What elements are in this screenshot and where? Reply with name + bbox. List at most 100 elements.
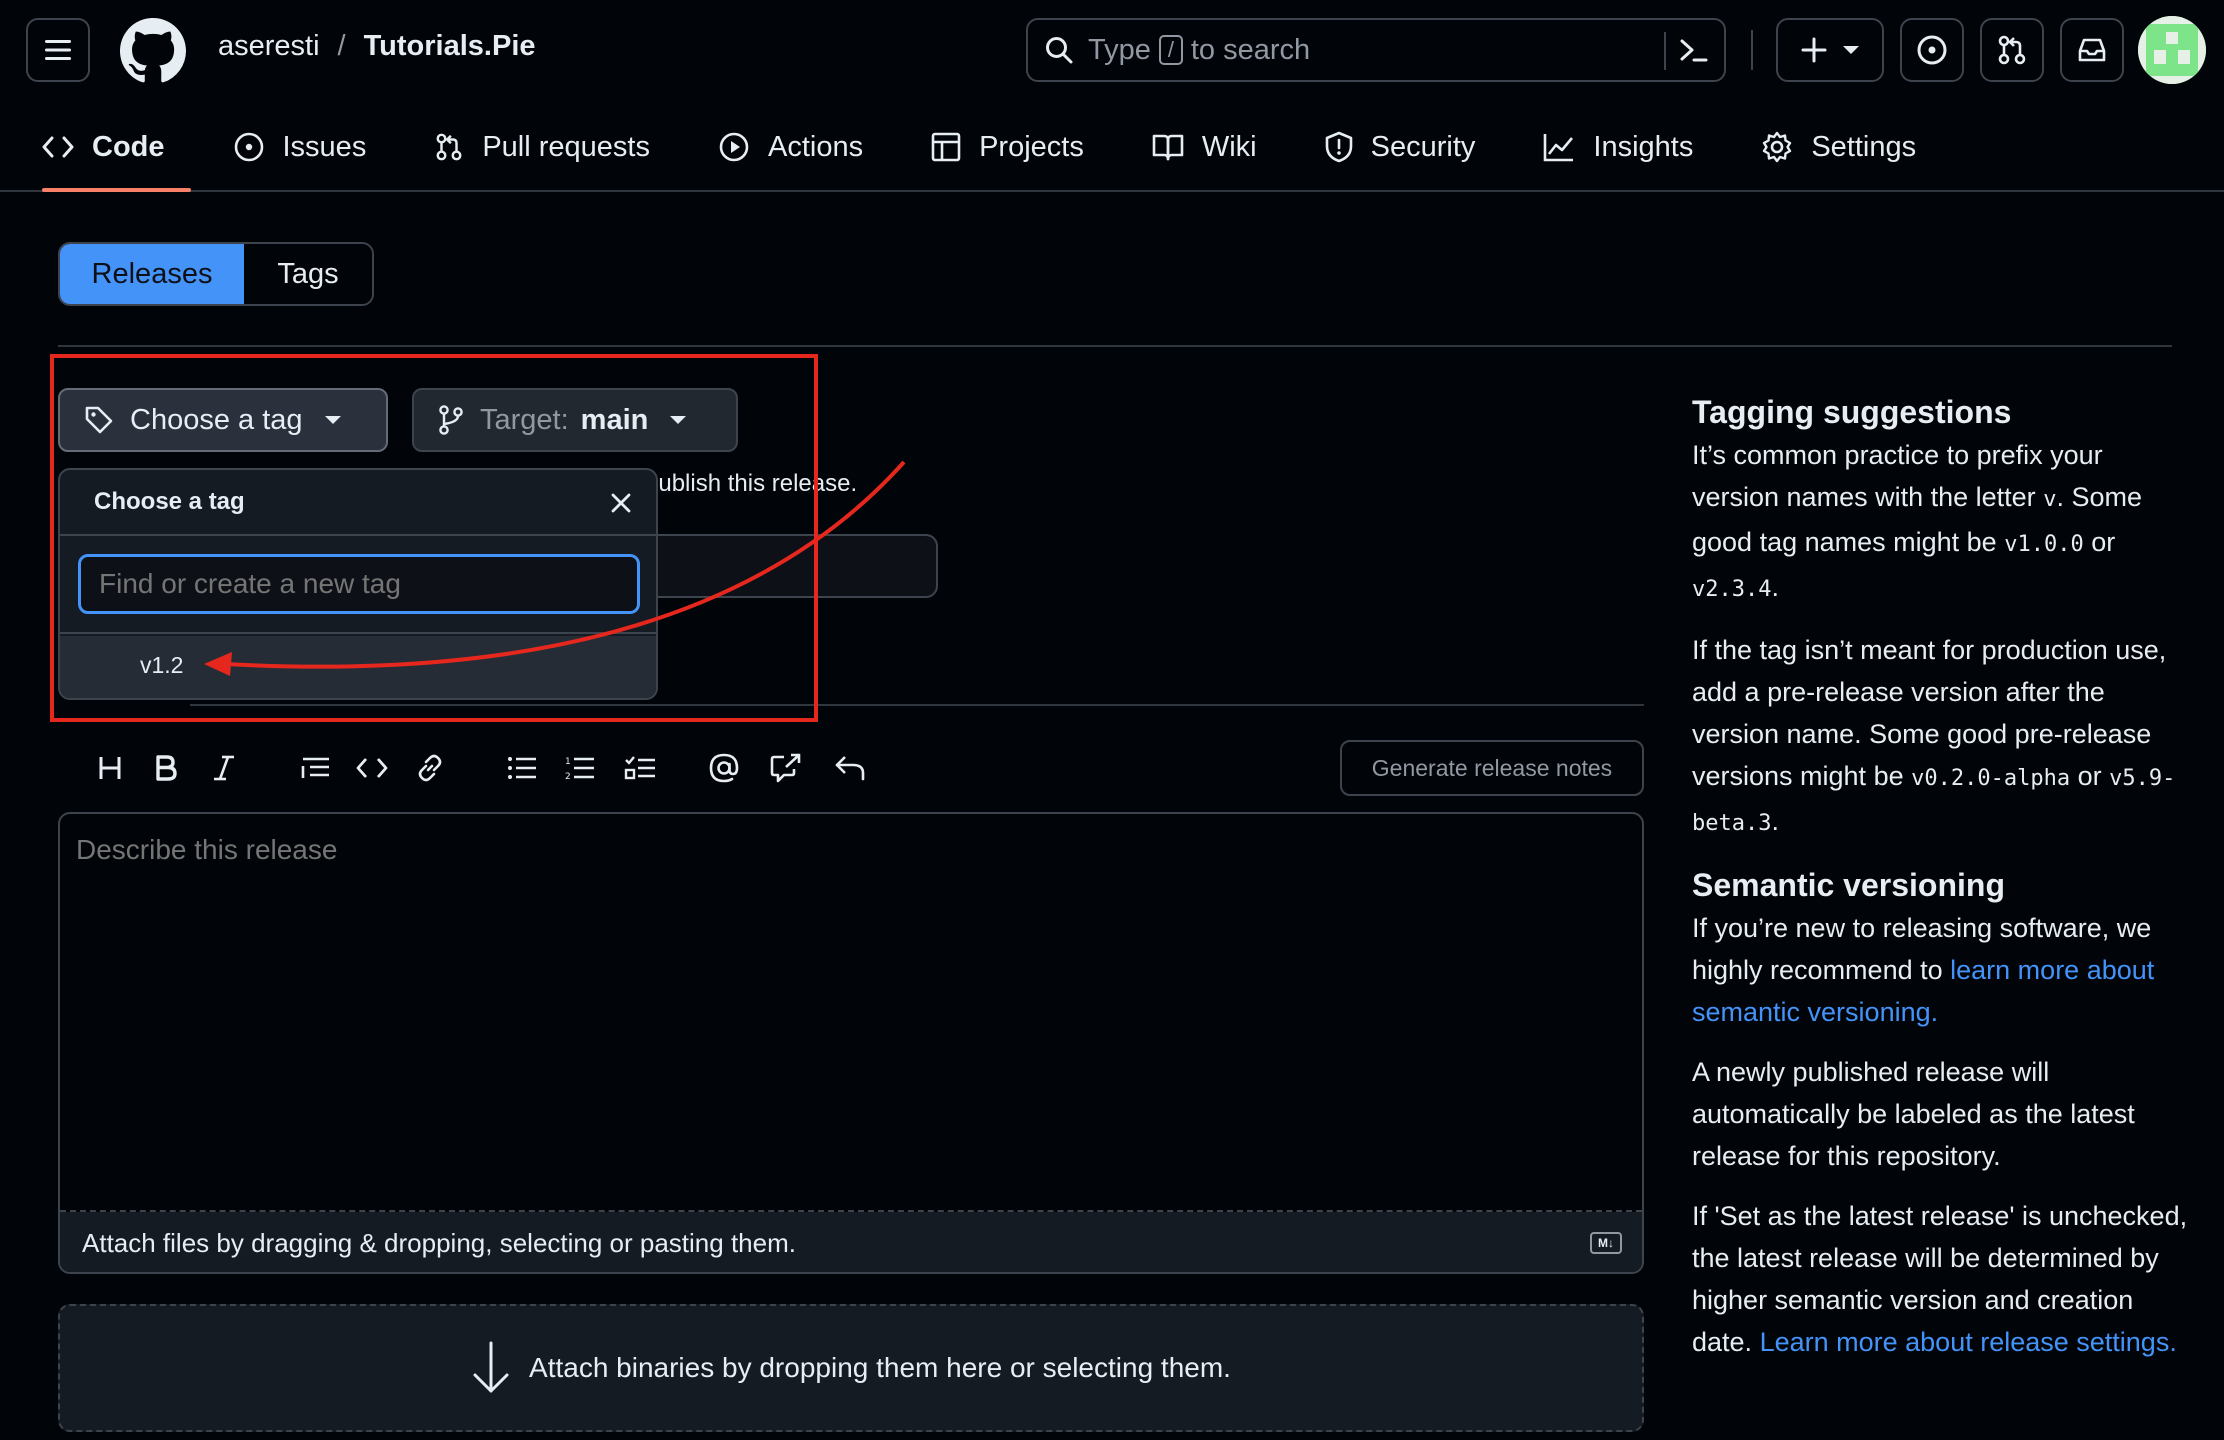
issue-opened-icon [1917, 35, 1947, 65]
tab-label: Security [1370, 130, 1476, 163]
tab-label: Issues [282, 130, 367, 163]
tab-settings[interactable]: Settings [1719, 112, 1942, 182]
semantic-versioning-heading: Semantic versioning [1692, 867, 2005, 903]
tasklist-icon [624, 756, 655, 780]
tab-security[interactable]: Security [1283, 112, 1502, 182]
tab-label: Insights [1593, 130, 1694, 163]
target-branch-button[interactable]: Target: main [412, 388, 738, 452]
releases-tab[interactable]: Releases [60, 244, 244, 304]
dropdown-divider [60, 534, 656, 536]
avatar[interactable] [2138, 16, 2206, 84]
tab-projects[interactable]: Projects [889, 112, 1110, 182]
code-button[interactable] [352, 746, 392, 790]
releases-tags-switch: Releases Tags [58, 242, 374, 306]
sidebar-text: or [2091, 527, 2116, 557]
tab-insights[interactable]: Insights [1501, 112, 1719, 182]
tag-option-v1.2[interactable]: v1.2 [60, 636, 656, 698]
tab-actions[interactable]: Actions [676, 112, 889, 182]
attach-binaries-text: Attach binaries by dropping them here or… [529, 1352, 1231, 1383]
semver-paragraph-1: If you’re new to releasing software, we … [1692, 907, 2192, 1033]
semver-paragraph-3: If 'Set as the latest release' is unchec… [1692, 1195, 2192, 1363]
choose-tag-dropdown: Choose a tag v1.2 [58, 468, 658, 700]
tagging-suggestions-heading: Tagging suggestions [1692, 394, 2012, 430]
tag-hint-text: publish this release. [645, 470, 858, 497]
git-pull-request-icon [436, 133, 462, 161]
code-icon [356, 758, 388, 778]
italic-button[interactable] [204, 746, 244, 790]
learn-release-settings-link[interactable]: Learn more about release settings. [1760, 1327, 2177, 1357]
inbox-icon [2078, 38, 2106, 62]
unordered-list-button[interactable] [502, 746, 542, 790]
notifications-button[interactable] [2060, 18, 2124, 82]
target-value: main [580, 403, 649, 436]
chevron-down-icon [670, 416, 687, 424]
hamburger-icon [45, 40, 71, 60]
git-branch-icon [439, 405, 463, 435]
repo-owner-link[interactable]: aseresti [218, 30, 320, 63]
chevron-down-icon [1843, 46, 1859, 54]
choose-tag-button[interactable]: Choose a tag [58, 388, 388, 452]
task-list-button[interactable] [620, 746, 660, 790]
reply-icon [835, 756, 865, 781]
your-pull-requests-button[interactable] [1980, 18, 2044, 82]
menu-button[interactable] [26, 18, 90, 82]
search-icon [1046, 37, 1073, 64]
repo-breadcrumb: aseresti / Tutorials.Pie [218, 30, 536, 63]
command-palette-icon[interactable] [1678, 36, 1708, 64]
ordered-list-button[interactable]: 12 [560, 746, 600, 790]
github-logo-icon[interactable] [120, 18, 186, 84]
tab-label: Wiki [1201, 130, 1257, 163]
repo-nav: Code Issues Pull requests Actions Projec… [0, 112, 1942, 192]
search-placeholder-before: Type [1088, 33, 1151, 66]
tab-issues[interactable]: Issues [191, 112, 393, 182]
generate-release-notes-button[interactable]: Generate release notes [1340, 740, 1644, 796]
repo-name-link[interactable]: Tutorials.Pie [364, 30, 536, 63]
tag-option-label: v1.2 [140, 652, 184, 678]
link-button[interactable] [410, 746, 450, 790]
tab-label: Pull requests [482, 130, 650, 163]
tab-label: Actions [767, 130, 864, 163]
global-header: aseresti / Tutorials.Pie Type / to searc… [0, 0, 2224, 192]
book-icon [1152, 134, 1184, 161]
release-title-input[interactable] [620, 534, 938, 598]
saved-replies-button[interactable] [830, 746, 870, 790]
issue-opened-icon [234, 132, 263, 162]
tags-tab[interactable]: Tags [244, 244, 372, 304]
attach-files-text: Attach files by dragging & dropping, sel… [82, 1228, 796, 1258]
tab-pull-requests[interactable]: Pull requests [392, 112, 676, 182]
attach-binaries-dropzone[interactable]: Attach binaries by dropping them here or… [58, 1304, 1644, 1432]
tab-code[interactable]: Code [0, 112, 191, 192]
bold-button[interactable] [146, 746, 186, 790]
arrow-down-icon [473, 1341, 509, 1393]
choose-tag-label: Choose a tag [130, 403, 303, 436]
git-pull-request-icon [1998, 35, 2026, 65]
tab-wiki[interactable]: Wiki [1110, 112, 1283, 182]
target-label: Target: [480, 403, 569, 436]
search-input[interactable]: Type / to search [1026, 18, 1726, 82]
sidebar-text: It’s common practice to prefix your vers… [1692, 440, 2103, 512]
close-icon[interactable] [610, 492, 632, 514]
tab-label: Projects [979, 130, 1084, 163]
header-divider [1751, 30, 1753, 70]
release-description-editor: Attach files by dragging & dropping, sel… [58, 812, 1644, 1274]
release-help-sidebar: Tagging suggestions It’s common practice… [1692, 390, 2192, 1381]
sidebar-code: v [2043, 487, 2057, 512]
your-issues-button[interactable] [1900, 18, 1964, 82]
quote-button[interactable] [296, 746, 336, 790]
markdown-icon[interactable]: M↓ [1590, 1232, 1622, 1254]
tag-filter-input[interactable] [78, 554, 640, 614]
sidebar-text: . [1771, 572, 1779, 602]
gear-icon [1763, 131, 1792, 163]
create-new-button[interactable] [1776, 18, 1884, 82]
heading-button[interactable] [90, 746, 130, 790]
list-unordered-icon [508, 757, 536, 779]
mention-button[interactable] [704, 746, 744, 790]
release-description-input[interactable] [60, 814, 1642, 1212]
attach-files-bar[interactable]: Attach files by dragging & dropping, sel… [60, 1212, 1642, 1272]
cross-reference-icon [770, 753, 801, 783]
divider [190, 704, 1644, 706]
mention-icon [709, 753, 739, 783]
reference-button[interactable] [766, 746, 806, 790]
heading-icon [99, 757, 121, 779]
plus-icon [1801, 37, 1827, 63]
